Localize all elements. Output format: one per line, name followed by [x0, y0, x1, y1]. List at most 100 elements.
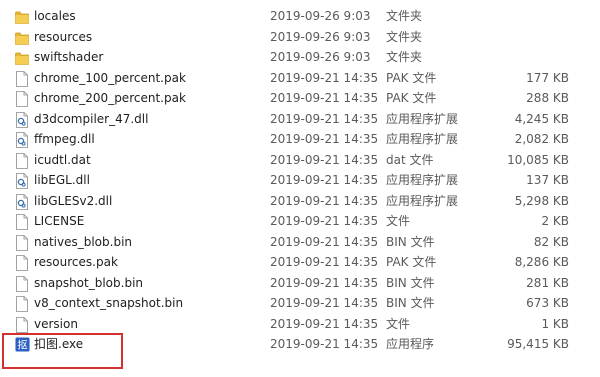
file-row[interactable]: icudtl.dat 2019-09-21 14:35 dat 文件 10,085 K… — [0, 150, 600, 171]
file-type: PAK 文件 — [386, 70, 437, 85]
file-name: snapshot_blob.bin — [34, 275, 144, 290]
file-date-modified: 2019-09-21 14:35 — [270, 70, 379, 85]
file-size: 1 KB — [541, 316, 569, 331]
file-size: 4,245 KB — [514, 111, 569, 126]
file-size: 288 KB — [526, 91, 569, 105]
file-date-modified: 2019-09-26 9:03 — [270, 29, 371, 44]
folder-icon — [15, 9, 29, 25]
file-name: LICENSE — [34, 214, 85, 228]
file-type: PAK 文件 — [386, 91, 437, 105]
file-icon — [15, 255, 29, 271]
file-type: 文件 — [386, 214, 411, 228]
file-date-modified: 2019-09-21 14:35 — [270, 173, 379, 187]
file-date-modified: 2019-09-21 14:35 — [270, 111, 379, 126]
file-type: dat 文件 — [386, 152, 434, 167]
file-name: locales — [34, 9, 76, 23]
dll-icon — [15, 132, 29, 148]
file-date-modified: 2019-09-21 14:35 — [270, 193, 379, 208]
file-date-modified: 2019-09-26 9:03 — [270, 9, 371, 23]
file-icon — [15, 234, 29, 251]
file-date-modified: 2019-09-21 14:35 — [270, 132, 379, 146]
file-row[interactable]: natives_blob.bin 2019-09-21 14:35 BIN 文件 82… — [0, 232, 600, 253]
file-row[interactable]: snapshot_blob.bin 2019-09-21 14:35 BIN 文件 2… — [0, 273, 600, 294]
file-size: 177 KB — [526, 70, 569, 85]
file-name: libEGL.dll — [34, 173, 90, 187]
file-size: 673 KB — [526, 296, 569, 310]
svg-text:抠: 抠 — [17, 339, 27, 352]
file-type: 应用程序扩展 — [386, 193, 459, 208]
file-date-modified: 2019-09-21 14:35 — [270, 337, 379, 351]
file-name: resources.pak — [34, 255, 118, 269]
file-name: chrome_200_percent.pak — [34, 91, 186, 105]
file-type: 文件夹 — [386, 29, 423, 44]
file-name: resources — [34, 29, 93, 44]
file-name: version — [34, 316, 78, 331]
folder-icon — [15, 50, 29, 66]
file-size: 95,415 KB — [507, 337, 569, 351]
file-row[interactable]: locales 2019-09-26 9:03 文件夹 — [0, 6, 600, 27]
file-size: 10,085 KB — [507, 152, 569, 167]
file-size: 281 KB — [526, 275, 569, 290]
file-type: 应用程序扩展 — [386, 111, 459, 126]
file-type: 应用程序 — [386, 337, 435, 351]
file-row[interactable]: chrome_200_percent.pak 2019-09-21 14:35 PA… — [0, 88, 600, 109]
file-row[interactable]: LICENSE 2019-09-21 14:35 文件 2 KB — [0, 211, 600, 232]
file-row[interactable]: resources 2019-09-26 9:03 文件夹 — [0, 27, 600, 48]
file-type: 文件 — [386, 316, 411, 331]
file-icon — [15, 296, 29, 312]
file-name: chrome_100_percent.pak — [34, 70, 186, 85]
file-name: ffmpeg.dll — [34, 132, 95, 146]
file-type: 文件夹 — [386, 9, 423, 23]
file-type: BIN 文件 — [386, 275, 435, 290]
file-date-modified: 2019-09-21 14:35 — [270, 234, 379, 249]
file-name: icudtl.dat — [34, 152, 91, 167]
file-icon — [15, 70, 29, 87]
file-name: swiftshader — [34, 50, 104, 64]
file-date-modified: 2019-09-21 14:35 — [270, 296, 379, 310]
file-row[interactable]: libEGL.dll 2019-09-21 14:35 应用程序扩展 137 KB — [0, 170, 600, 191]
exe-icon: 抠 — [15, 337, 30, 353]
file-name: 扣图.exe — [34, 337, 84, 351]
file-row[interactable]: ffmpeg.dll 2019-09-21 14:35 应用程序扩展 2,082 KB — [0, 129, 600, 150]
file-date-modified: 2019-09-21 14:35 — [270, 316, 379, 331]
file-name: natives_blob.bin — [34, 234, 133, 249]
file-name: v8_context_snapshot.bin — [34, 296, 184, 310]
file-size: 82 KB — [533, 234, 569, 249]
file-row[interactable]: 抠扣图.exe 2019-09-21 14:35 应用程序 95,415 KB — [0, 334, 600, 355]
file-date-modified: 2019-09-26 9:03 — [270, 50, 371, 64]
file-size: 2,082 KB — [514, 132, 569, 146]
file-row[interactable]: v8_context_snapshot.bin 2019-09-21 14:35 B… — [0, 293, 600, 314]
file-row[interactable]: resources.pak 2019-09-21 14:35 PAK 文件 8,286… — [0, 252, 600, 273]
file-row[interactable]: d3dcompiler_47.dll 2019-09-21 14:35 应用程序扩展… — [0, 109, 600, 130]
dll-icon — [15, 111, 29, 128]
file-type: PAK 文件 — [386, 255, 437, 269]
file-row[interactable]: chrome_100_percent.pak 2019-09-21 14:35 PA… — [0, 68, 600, 89]
file-date-modified: 2019-09-21 14:35 — [270, 152, 379, 167]
file-icon — [15, 316, 29, 333]
dll-icon — [15, 193, 29, 210]
file-icon — [15, 214, 29, 230]
file-type: 应用程序扩展 — [386, 173, 459, 187]
file-size: 137 KB — [526, 173, 569, 187]
file-size: 8,286 KB — [514, 255, 569, 269]
file-row[interactable]: libGLESv2.dll 2019-09-21 14:35 应用程序扩展 5,298… — [0, 191, 600, 212]
file-icon — [15, 152, 29, 169]
file-type: BIN 文件 — [386, 234, 435, 249]
file-icon — [15, 91, 29, 107]
file-list: locales 2019-09-26 9:03 文件夹 resources 2019-0… — [0, 6, 600, 355]
file-name: d3dcompiler_47.dll — [34, 111, 149, 126]
file-type: 应用程序扩展 — [386, 132, 459, 146]
file-date-modified: 2019-09-21 14:35 — [270, 255, 379, 269]
file-type: 文件夹 — [386, 50, 423, 64]
file-row[interactable]: swiftshader 2019-09-26 9:03 文件夹 — [0, 47, 600, 68]
file-date-modified: 2019-09-21 14:35 — [270, 91, 379, 105]
file-size: 2 KB — [541, 214, 569, 228]
file-row[interactable]: version 2019-09-21 14:35 文件 1 KB — [0, 314, 600, 335]
file-icon — [15, 275, 29, 292]
file-date-modified: 2019-09-21 14:35 — [270, 214, 379, 228]
folder-icon — [15, 30, 29, 46]
file-name: libGLESv2.dll — [34, 193, 113, 208]
file-size: 5,298 KB — [514, 193, 569, 208]
file-type: BIN 文件 — [386, 296, 435, 310]
dll-icon — [15, 173, 29, 189]
